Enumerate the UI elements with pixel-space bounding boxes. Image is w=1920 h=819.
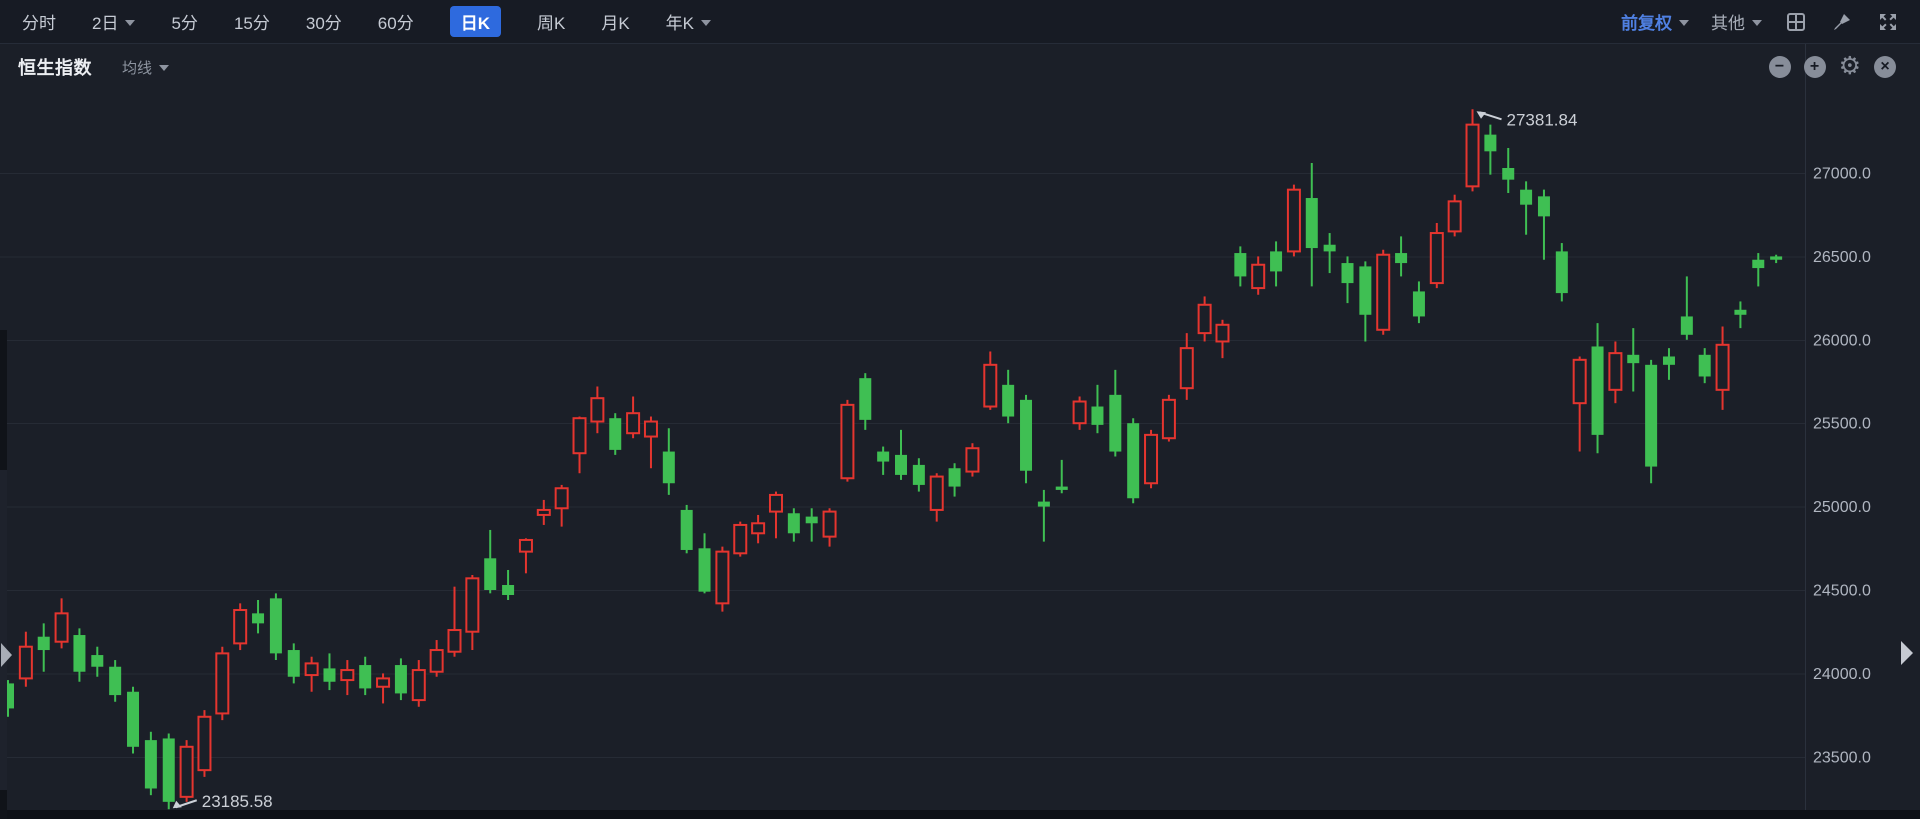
chevron-down-icon <box>1752 20 1762 26</box>
adjust-type-dropdown[interactable]: 前复权 <box>1621 9 1689 34</box>
tab-5min[interactable]: 5分 <box>171 9 197 34</box>
brush-icon[interactable] <box>1830 10 1854 34</box>
period-toolbar: 分时 2日 5分 15分 30分 60分 日K 周K 月K 年K 前复权 其他 <box>0 0 1920 44</box>
y-axis-tick: 25000.0 <box>1813 499 1871 516</box>
tab-two-day[interactable]: 2日 <box>92 9 135 34</box>
candlestick-chart[interactable]: 27000.0 26500.0 26000.0 25500.0 25000.0 24500… <box>0 44 1920 819</box>
y-axis-tick: 25500.0 <box>1813 416 1871 433</box>
chart-controls: − + ⚙ × <box>1769 56 1896 79</box>
tab-time-share[interactable]: 分时 <box>22 9 56 34</box>
tab-label: 年K <box>666 9 694 34</box>
tab-label: 2日 <box>92 9 118 34</box>
toolbar-right: 前复权 其他 <box>1621 9 1900 34</box>
other-label: 其他 <box>1711 9 1745 34</box>
low-price-annotation: 23185.58 <box>202 792 273 811</box>
tab-day-k[interactable]: 日K <box>450 6 501 37</box>
tab-label: 周K <box>537 9 565 34</box>
y-axis-tick: 26000.0 <box>1813 332 1871 349</box>
tab-week-k[interactable]: 周K <box>537 9 565 34</box>
ma-dropdown[interactable]: 均线 <box>122 57 169 78</box>
y-axis-tick: 24500.0 <box>1813 583 1871 600</box>
tab-label: 5分 <box>171 9 197 34</box>
period-tabs: 分时 2日 5分 15分 30分 60分 日K 周K 月K 年K <box>22 6 711 37</box>
chevron-down-icon <box>125 20 135 26</box>
tab-label: 日K <box>461 9 490 34</box>
zoom-in-icon[interactable]: + <box>1804 56 1826 78</box>
y-axis-tick: 24000.0 <box>1813 666 1871 683</box>
scroll-right-arrow[interactable] <box>1901 641 1913 665</box>
tab-label: 60分 <box>378 9 414 34</box>
y-axis-tick: 27000.0 <box>1813 166 1871 183</box>
tab-60min[interactable]: 60分 <box>378 9 414 34</box>
tab-month-k[interactable]: 月K <box>601 9 629 34</box>
symbol-title: 恒生指数 <box>18 54 92 80</box>
y-axis-tick: 26500.0 <box>1813 249 1871 266</box>
close-icon[interactable]: × <box>1874 56 1896 78</box>
chevron-down-icon <box>701 20 711 26</box>
tab-label: 15分 <box>234 9 270 34</box>
other-dropdown[interactable]: 其他 <box>1711 9 1762 34</box>
adjust-type-label: 前复权 <box>1621 9 1672 34</box>
tab-30min[interactable]: 30分 <box>306 9 342 34</box>
chevron-down-icon <box>1679 20 1689 26</box>
ma-label: 均线 <box>122 57 152 78</box>
chart-header: 恒生指数 均线 − + ⚙ × <box>0 44 1920 80</box>
chevron-down-icon <box>159 65 169 71</box>
layout-grid-icon[interactable] <box>1784 10 1808 34</box>
settings-gear-icon[interactable]: ⚙ <box>1839 54 1861 79</box>
chart-panel: 27000.0 26500.0 26000.0 25500.0 25000.0 24500… <box>0 44 1920 819</box>
tab-label: 月K <box>601 9 629 34</box>
tab-15min[interactable]: 15分 <box>234 9 270 34</box>
fullscreen-icon[interactable] <box>1876 10 1900 34</box>
tab-label: 分时 <box>22 9 56 34</box>
y-axis-tick: 23500.0 <box>1813 749 1871 766</box>
tab-label: 30分 <box>306 9 342 34</box>
tab-year-k[interactable]: 年K <box>666 9 711 34</box>
zoom-out-icon[interactable]: − <box>1769 56 1791 78</box>
high-price-annotation: 27381.84 <box>1507 110 1578 129</box>
